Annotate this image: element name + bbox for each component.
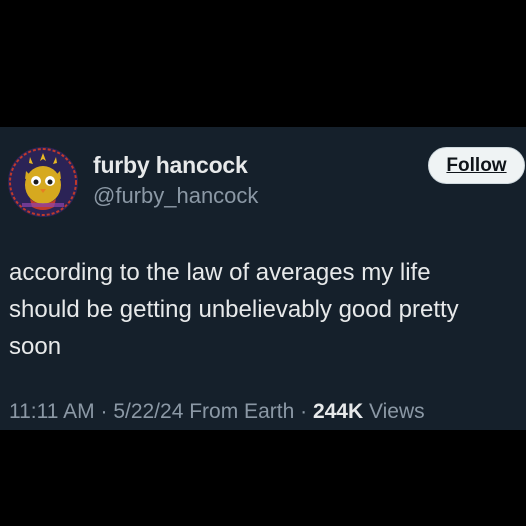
views-count[interactable]: 244K bbox=[313, 400, 363, 423]
tweet-text: according to the law of averages my life… bbox=[9, 254, 521, 365]
tweet-card: furby hancock @furby_hancock Follow acco… bbox=[0, 127, 526, 430]
tweet-text-line: soon bbox=[9, 333, 62, 360]
follow-button[interactable]: Follow bbox=[428, 147, 525, 184]
meta-separator: · bbox=[100, 400, 108, 423]
tweet-source: From Earth bbox=[189, 400, 295, 423]
user-handle[interactable]: @furby_hancock bbox=[93, 183, 258, 209]
tweet-meta: 11:11 AM · 5/22/24 From Earth · 244K Vie… bbox=[9, 400, 425, 424]
avatar[interactable] bbox=[8, 147, 78, 217]
tweet-date[interactable]: 5/22/24 bbox=[113, 400, 183, 423]
tweet-time[interactable]: 11:11 AM bbox=[9, 400, 95, 423]
display-name[interactable]: furby hancock bbox=[93, 152, 248, 179]
furby-avatar-icon bbox=[8, 147, 78, 217]
tweet-text-line: should be getting unbelievably good pret… bbox=[9, 296, 459, 323]
meta-separator: · bbox=[300, 400, 308, 423]
views-label: Views bbox=[369, 400, 425, 423]
tweet-text-line: according to the law of averages my life bbox=[9, 259, 431, 286]
